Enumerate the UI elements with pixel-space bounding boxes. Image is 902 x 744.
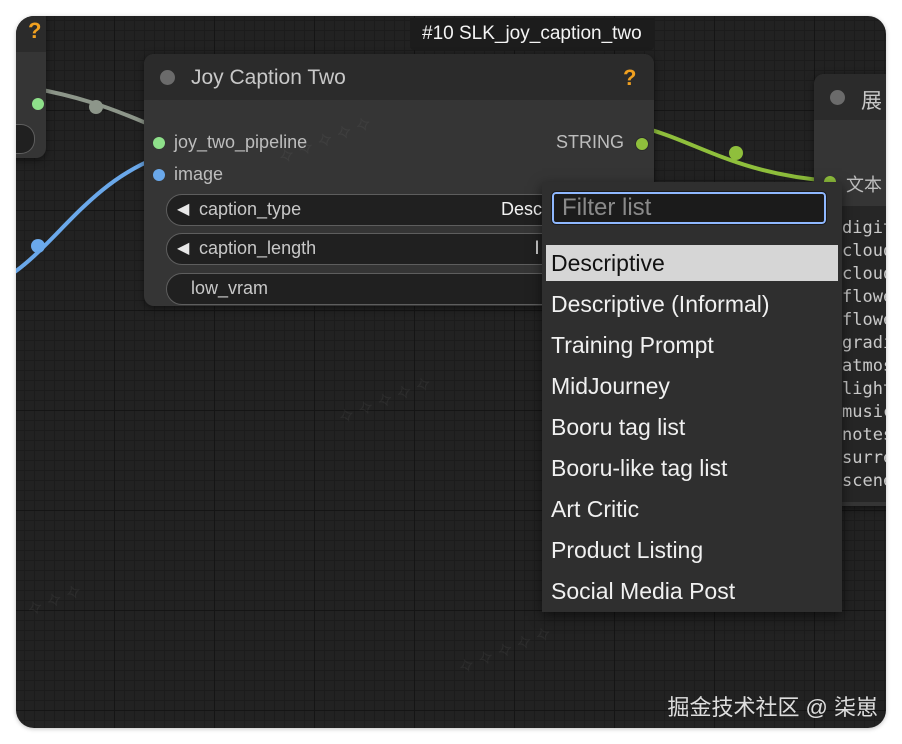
- dropdown-item-social-media-post[interactable]: Social Media Post: [546, 573, 838, 609]
- left-node-help-icon[interactable]: ?: [28, 18, 41, 44]
- text-line: gradi: [842, 333, 886, 353]
- caption-length-value: l: [535, 238, 539, 258]
- link-pipeline: [31, 86, 147, 125]
- left-node-output-slot[interactable]: [32, 98, 44, 110]
- low-vram-label: low_vram: [191, 278, 269, 298]
- text-line: flowe: [842, 310, 886, 330]
- show-text-title: 展: [861, 90, 882, 113]
- dropdown-item-product-listing[interactable]: Product Listing: [546, 532, 838, 568]
- text-line: scene: [842, 471, 886, 491]
- input-slot-image[interactable]: [153, 169, 165, 181]
- text-line: light: [842, 379, 886, 399]
- dropdown-item-training-prompt[interactable]: Training Prompt: [546, 327, 838, 363]
- show-text-input-label: 文本: [846, 175, 882, 195]
- input-slot-joy-two-pipeline[interactable]: [153, 137, 165, 149]
- left-node[interactable]: ?: [16, 16, 46, 158]
- caption-type-label: caption_type: [199, 199, 302, 219]
- show-text-collapse-dot-icon[interactable]: [830, 90, 845, 105]
- filter-list-input[interactable]: [551, 191, 827, 225]
- dropdown-item-midjourney[interactable]: MidJourney: [546, 368, 838, 404]
- input-label-image: image: [174, 164, 224, 184]
- text-line: atmos: [842, 356, 886, 376]
- dropdown-item-descriptive-informal[interactable]: Descriptive (Informal): [546, 286, 838, 322]
- link-pipeline-midpoint: [89, 100, 103, 114]
- text-line: cloud: [842, 264, 886, 284]
- dropdown-item-booru-tag-list[interactable]: Booru tag list: [546, 409, 838, 445]
- caption-type-dropdown[interactable]: Descriptive Descriptive (Informal) Train…: [542, 182, 842, 612]
- text-line: music: [842, 402, 886, 422]
- node-graph-canvas[interactable]: ? #10 SLK_joy_caption_two Joy Caption Tw…: [16, 16, 886, 728]
- text-line: digit: [842, 218, 886, 238]
- node-tooltip: #10 SLK_joy_caption_two: [410, 18, 654, 50]
- caption-length-decrement-icon[interactable]: ◀: [177, 238, 189, 258]
- dropdown-item-descriptive[interactable]: Descriptive: [546, 245, 838, 281]
- node-title: Joy Caption Two: [191, 66, 346, 89]
- output-slot-string[interactable]: [635, 137, 649, 151]
- credit-watermark: 掘金技术社区 @ 柒崽: [667, 695, 878, 720]
- text-line: surre: [842, 448, 886, 468]
- dropdown-item-art-critic[interactable]: Art Critic: [546, 491, 838, 527]
- caption-length-label: caption_length: [199, 238, 317, 258]
- left-node-widget-edge: [16, 124, 35, 154]
- dropdown-item-booru-like-tag-list[interactable]: Booru-like tag list: [546, 450, 838, 486]
- text-line: cloud: [842, 241, 886, 261]
- collapse-dot-icon[interactable]: [160, 70, 175, 85]
- link-string-midpoint: [729, 146, 743, 160]
- text-line: notes: [842, 425, 886, 445]
- link-image: [16, 156, 157, 274]
- text-line: flowe: [842, 287, 886, 307]
- output-label-string: STRING: [555, 132, 624, 152]
- link-image-midpoint: [31, 239, 45, 253]
- help-icon[interactable]: ?: [623, 65, 636, 91]
- caption-type-decrement-icon[interactable]: ◀: [177, 199, 189, 219]
